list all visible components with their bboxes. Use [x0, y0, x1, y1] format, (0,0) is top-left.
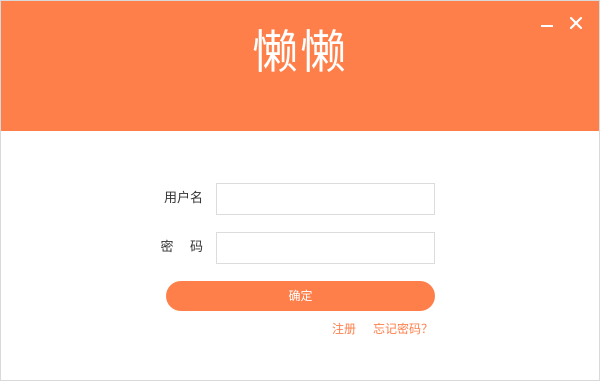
- username-input[interactable]: [216, 183, 435, 215]
- header-banner: 懒懒: [1, 1, 599, 131]
- app-logo: 懒懒: [252, 25, 348, 79]
- close-button[interactable]: [565, 11, 589, 35]
- close-icon: [569, 16, 583, 30]
- register-link[interactable]: 注册: [332, 320, 356, 337]
- confirm-button[interactable]: 确定: [166, 281, 435, 311]
- password-row: 密 码: [1, 232, 599, 264]
- minimize-button[interactable]: [535, 11, 559, 35]
- login-window: 懒懒 用户名 密 码 确定 注册 忘记密码？: [0, 0, 600, 381]
- password-label: 密 码: [160, 240, 203, 255]
- username-label: 用户名: [163, 191, 203, 206]
- password-input[interactable]: [216, 232, 435, 264]
- forgot-password-link[interactable]: 忘记密码？: [373, 320, 433, 337]
- username-row: 用户名: [1, 183, 599, 215]
- minimize-icon: [541, 25, 553, 27]
